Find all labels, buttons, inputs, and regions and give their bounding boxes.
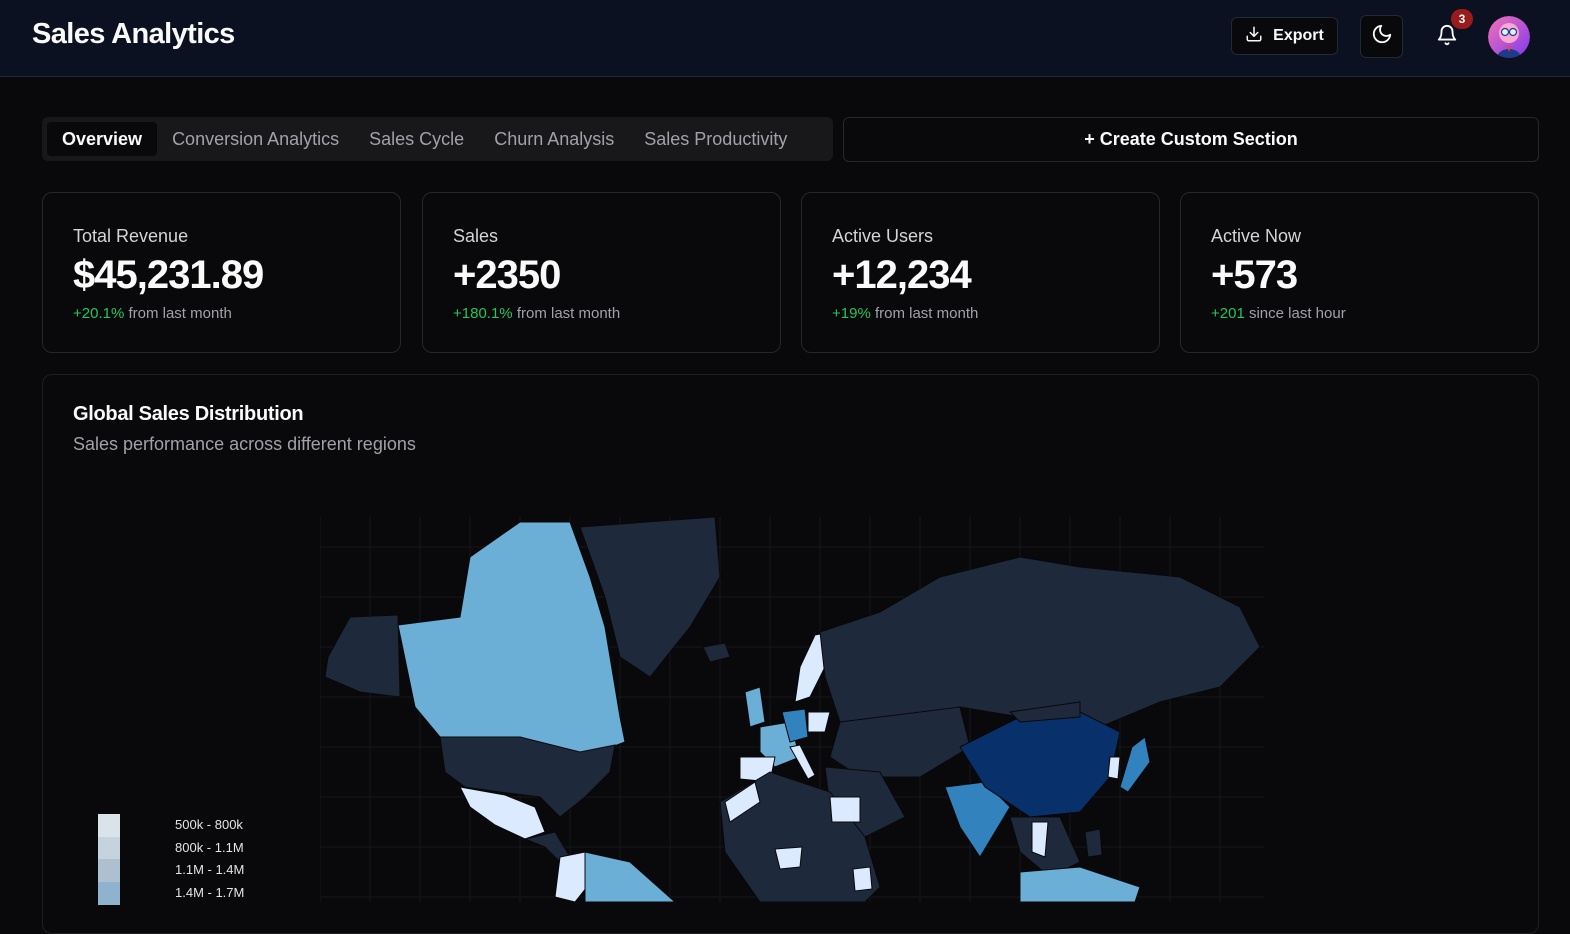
kpi-change-suffix: since last hour bbox=[1248, 305, 1346, 322]
kpi-label: Total Revenue bbox=[73, 226, 189, 246]
kpi-card-sales: Sales +2350 +180.1% from last month bbox=[422, 192, 781, 353]
kpi-change-suffix: from last month bbox=[874, 305, 979, 322]
tab-sales-cycle[interactable]: Sales Cycle bbox=[354, 122, 479, 156]
kpi-change-suffix: from last month bbox=[128, 305, 232, 322]
theme-toggle-button[interactable] bbox=[1360, 15, 1403, 58]
legend-label: 800k - 1.1M bbox=[175, 840, 244, 855]
kpi-change: +19% from last month bbox=[832, 305, 978, 322]
region-poland bbox=[807, 711, 831, 733]
kpi-value: +573 bbox=[1211, 253, 1298, 297]
panel-description: Sales performance across different regio… bbox=[73, 434, 416, 454]
kpi-card-total-revenue: Total Revenue $45,231.89 +20.1% from las… bbox=[42, 192, 401, 353]
kpi-value: +12,234 bbox=[832, 253, 972, 297]
legend-swatch bbox=[98, 837, 120, 860]
user-avatar[interactable] bbox=[1488, 16, 1530, 58]
region-korea bbox=[1107, 756, 1121, 780]
kpi-change: +20.1% from last month bbox=[73, 305, 232, 322]
legend-swatch bbox=[98, 859, 120, 882]
region-thailand bbox=[1031, 821, 1049, 858]
legend-label: 1.1M - 1.4M bbox=[175, 862, 245, 877]
region-italy bbox=[789, 744, 816, 780]
kpi-change-suffix: from last month bbox=[516, 305, 621, 322]
region-uk bbox=[744, 686, 766, 728]
kpi-change-value: +201 bbox=[1211, 305, 1245, 322]
region-egypt bbox=[829, 796, 861, 823]
top-header: Sales Analytics Export 3 bbox=[0, 0, 1570, 77]
region-japan bbox=[1119, 736, 1151, 793]
legend-item: 1.1M - 1.4M bbox=[98, 859, 298, 882]
download-icon bbox=[1245, 25, 1263, 48]
legend-item: 500k - 800k bbox=[98, 814, 298, 837]
world-choropleth-map[interactable] bbox=[320, 517, 1264, 902]
kpi-change-value: +19% bbox=[832, 305, 871, 322]
kpi-change-value: +20.1% bbox=[73, 305, 125, 322]
region-kenya bbox=[852, 866, 873, 892]
notification-count-badge: 3 bbox=[1451, 9, 1473, 29]
region-indonesia bbox=[1019, 866, 1141, 902]
region-brazil bbox=[584, 851, 676, 902]
create-custom-section-button[interactable]: + Create Custom Section bbox=[843, 117, 1539, 162]
region-nigeria bbox=[774, 846, 803, 870]
legend-item: 800k - 1.1M bbox=[98, 837, 298, 860]
app-title: Sales Analytics bbox=[32, 18, 235, 50]
export-label: Export bbox=[1273, 27, 1324, 44]
tab-overview[interactable]: Overview bbox=[47, 122, 158, 156]
legend-label: 1.4M - 1.7M bbox=[175, 885, 245, 900]
region-russia bbox=[819, 556, 1261, 728]
kpi-card-active-users: Active Users +12,234 +19% from last mont… bbox=[801, 192, 1160, 353]
region-alaska bbox=[324, 614, 401, 698]
legend-label: 500k - 800k bbox=[175, 817, 243, 832]
kpi-card-active-now: Active Now +573 +201 since last hour bbox=[1180, 192, 1539, 353]
tab-conversion-analytics[interactable]: Conversion Analytics bbox=[157, 122, 354, 156]
bell-icon bbox=[1436, 24, 1458, 51]
tab-sales-productivity[interactable]: Sales Productivity bbox=[629, 122, 802, 156]
kpi-change-value: +180.1% bbox=[453, 305, 513, 322]
kpi-label: Active Now bbox=[1211, 226, 1302, 246]
legend-swatch bbox=[98, 814, 120, 837]
kpi-label: Sales bbox=[453, 226, 499, 246]
kpi-change: +201 since last hour bbox=[1211, 305, 1346, 322]
kpi-label: Active Users bbox=[832, 226, 934, 246]
kpi-change: +180.1% from last month bbox=[453, 305, 620, 322]
tab-churn-analysis[interactable]: Churn Analysis bbox=[479, 122, 629, 156]
kpi-value: $45,231.89 bbox=[73, 253, 264, 297]
panel-title: Global Sales Distribution bbox=[73, 403, 304, 425]
moon-icon bbox=[1371, 23, 1393, 50]
section-tabs: Overview Conversion Analytics Sales Cycl… bbox=[42, 117, 833, 161]
region-philippines bbox=[1084, 828, 1103, 858]
region-iceland bbox=[702, 642, 731, 663]
kpi-value: +2350 bbox=[453, 253, 561, 297]
export-button[interactable]: Export bbox=[1231, 17, 1338, 55]
